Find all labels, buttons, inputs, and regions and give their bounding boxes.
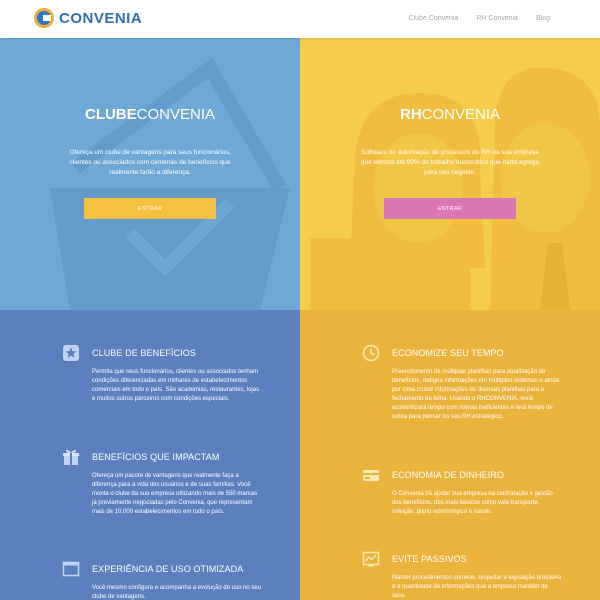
logo-text: CONVENIA bbox=[59, 9, 143, 27]
feature-clube-beneficios: CLUBE DE BENEFÍCIOS Permita que seus fun… bbox=[62, 344, 259, 404]
feature-beneficios-impactam: BENEFÍCIOS QUE IMPACTAM Ofereça um pacot… bbox=[62, 448, 257, 517]
feature-title: CLUBE DE BENEFÍCIOS bbox=[92, 348, 196, 358]
convenia-logo-icon bbox=[34, 8, 54, 28]
credit-card-icon bbox=[363, 470, 379, 481]
feature-text: Permita que seus funcionários, clientes … bbox=[92, 369, 260, 402]
hero-title: CLUBECONVENIA bbox=[0, 106, 300, 123]
feature-experiencia-uso: EXPERIÊNCIA DE USO OTIMIZADA Você mesmo … bbox=[62, 560, 261, 600]
nav-link-rh-convenia[interactable]: RH Convenia bbox=[476, 15, 518, 22]
hero-title-light: CONVENIA bbox=[421, 106, 501, 123]
top-navbar: CONVENIA Clube Convenia RH Convenia Blog bbox=[0, 0, 600, 38]
feature-text: Manter procedimentos corretos, respeitar… bbox=[392, 575, 562, 599]
gift-icon bbox=[63, 449, 79, 465]
window-icon bbox=[62, 561, 80, 577]
convenia-logo[interactable]: CONVENIA bbox=[34, 8, 142, 28]
feature-text: Você mesmo configura e acompanha a evolu… bbox=[92, 585, 262, 600]
feature-title: ECONOMIA DE DINHEIRO bbox=[392, 470, 505, 480]
features-clube-convenia: CLUBE DE BENEFÍCIOS Permita que seus fun… bbox=[0, 310, 300, 600]
nav-link-blog[interactable]: Blog bbox=[536, 15, 550, 22]
hero-title-bold: CLUBE bbox=[84, 106, 137, 123]
feature-text: O Convenia irá ajudar sua empresa na con… bbox=[392, 491, 553, 515]
chart-icon bbox=[362, 551, 380, 567]
enter-rh-button[interactable]: ENTRAR bbox=[384, 198, 516, 219]
hero-description: Ofereça um clube de vantagens para seus … bbox=[69, 149, 231, 176]
clock-icon bbox=[362, 344, 380, 362]
feature-economize-tempo: ECONOMIZE SEU TEMPO Preenchimento de múl… bbox=[362, 344, 559, 422]
feature-title: EXPERIÊNCIA DE USO OTIMIZADA bbox=[92, 564, 244, 574]
feature-evite-passivos: EVITE PASSIVOS Manter procedimentos corr… bbox=[362, 550, 561, 600]
feature-economia-dinheiro: ECONOMIA DE DINHEIRO O Convenia irá ajud… bbox=[362, 466, 553, 517]
nav-links: Clube Convenia RH Convenia Blog bbox=[409, 15, 550, 22]
enter-clube-button[interactable]: ENTRAR bbox=[84, 198, 216, 219]
features-rh-convenia: ECONOMIZE SEU TEMPO Preenchimento de múl… bbox=[300, 310, 600, 600]
hero-rh-convenia: RHCONVENIA Software de automação de proc… bbox=[300, 38, 600, 310]
feature-title: ECONOMIZE SEU TEMPO bbox=[392, 348, 504, 358]
hero-description: Software de automação de processos do RH… bbox=[360, 149, 540, 176]
hero-title-light: CONVENIA bbox=[136, 106, 216, 123]
hero-clube-convenia: CLUBECONVENIA Ofereça um clube de vantag… bbox=[0, 38, 300, 310]
feature-title: BENEFÍCIOS QUE IMPACTAM bbox=[92, 452, 220, 462]
hero-title: RHCONVENIA bbox=[300, 106, 600, 123]
feature-text: Ofereça um pacote de vantagens que realm… bbox=[92, 473, 258, 515]
feature-title: EVITE PASSIVOS bbox=[392, 554, 467, 564]
hero-title-bold: RH bbox=[399, 106, 422, 123]
feature-text: Preenchimento de múltiplas planilhas par… bbox=[392, 369, 560, 420]
nav-link-clube-convenia[interactable]: Clube Convenia bbox=[409, 15, 459, 22]
star-badge-icon bbox=[63, 345, 79, 361]
